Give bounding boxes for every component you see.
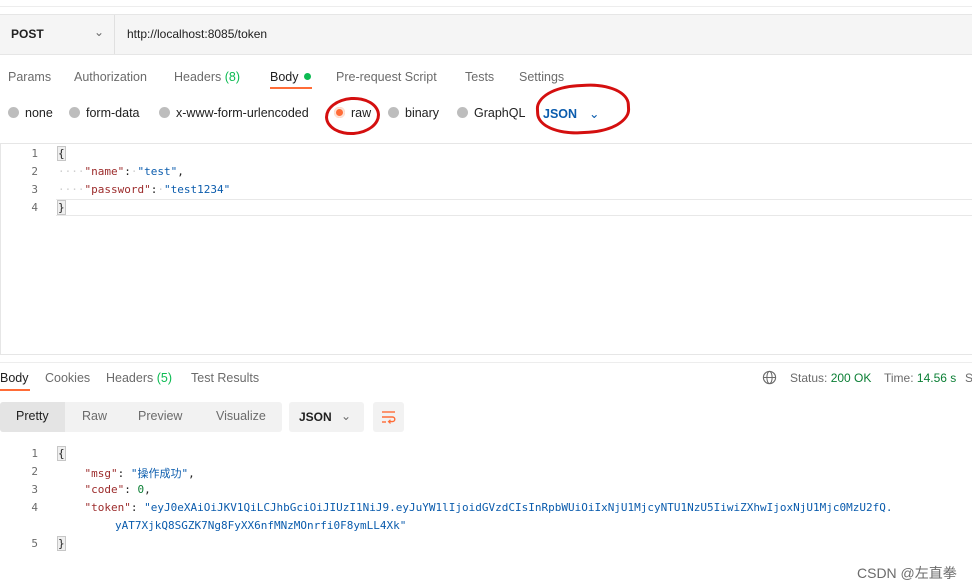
radio-form-data-label: form-data [86, 106, 140, 120]
tab-pre-request-script[interactable]: Pre-request Script [336, 70, 437, 84]
res-tab-test-results[interactable]: Test Results [191, 371, 259, 385]
annotation-circle-json [534, 81, 632, 137]
radio-form-data[interactable]: form-data [69, 106, 140, 120]
json-string: "操作成功" [130, 467, 189, 480]
view-tab-visualize[interactable]: Visualize [216, 409, 266, 423]
radio-binary-label: binary [405, 106, 440, 120]
tab-settings[interactable]: Settings [519, 70, 564, 84]
tab-authorization[interactable]: Authorization [74, 70, 147, 84]
close-brace: } [57, 200, 66, 215]
tab-headers[interactable]: Headers (8) [174, 70, 240, 84]
wrap-lines-icon [382, 411, 396, 424]
code-line: "code": 0, [84, 483, 151, 496]
code-line: "msg": "操作成功", [84, 467, 195, 480]
line-number: 4 [31, 201, 38, 214]
globe-icon[interactable] [762, 370, 777, 390]
res-tab-headers[interactable]: Headers (5) [106, 371, 172, 385]
line-number: 5 [31, 537, 38, 550]
json-number: 0 [137, 483, 145, 496]
code-line: { [57, 146, 66, 161]
code-line: { [57, 446, 66, 461]
radio-circle-icon [388, 107, 399, 118]
open-brace: { [57, 446, 66, 461]
json-string: "test" [137, 165, 178, 178]
close-brace: } [57, 536, 66, 551]
time-label: Time: [884, 371, 914, 385]
radio-none[interactable]: none [8, 106, 53, 120]
view-tab-preview[interactable]: Preview [138, 409, 182, 423]
json-key: "code" [84, 483, 125, 496]
active-tab-underline [270, 87, 312, 89]
view-tab-pretty[interactable]: Pretty [16, 409, 49, 423]
tab-body[interactable]: Body [270, 70, 311, 84]
code-line: ····"name":·"test", [58, 165, 184, 178]
json-key: "name" [84, 165, 125, 178]
json-key: "token" [84, 501, 131, 514]
line-number: 3 [31, 483, 38, 496]
code-line-wrapped: yAT7XjkQ8SGZK7Ng8FyXX6nfMNzMOnrfi0F8ymLL… [115, 519, 406, 532]
status-text: Status: 200 OK [790, 371, 871, 385]
url-input[interactable]: http://localhost:8085/token [127, 27, 267, 41]
line-number: 1 [31, 447, 38, 460]
radio-none-label: none [25, 106, 53, 120]
time-value[interactable]: 14.56 s [917, 371, 956, 385]
active-res-tab-underline [0, 389, 30, 391]
status-label: Status: [790, 371, 828, 385]
request-bar: POST ⌄ http://localhost:8085/token [0, 14, 972, 55]
json-string: "test1234" [163, 183, 231, 196]
method-dropdown[interactable]: POST ⌄ [0, 15, 115, 54]
open-brace: { [57, 146, 66, 161]
top-divider [0, 6, 972, 7]
radio-circle-icon [69, 107, 80, 118]
status-value[interactable]: 200 OK [831, 371, 872, 385]
headers-count: (8) [224, 70, 241, 84]
tab-headers-label: Headers [174, 70, 222, 84]
response-divider [0, 362, 972, 363]
res-tab-cookies[interactable]: Cookies [45, 371, 90, 385]
tab-tests[interactable]: Tests [465, 70, 494, 84]
radio-graphql-label: GraphQL [474, 106, 526, 120]
response-format-label: JSON [299, 410, 332, 424]
json-string: "eyJ0eXAiOiJKV1QiLCJhbGciOiJIUzI1NiJ9.ey… [144, 501, 893, 514]
radio-circle-icon [8, 107, 19, 118]
code-line: } [57, 536, 66, 551]
watermark: CSDN @左直拳 [857, 565, 957, 581]
code-line: ····"password":·"test1234" [58, 183, 231, 196]
res-tab-body[interactable]: Body [0, 371, 29, 385]
chevron-down-icon: ⌄ [341, 409, 352, 423]
json-key: "msg" [84, 467, 118, 480]
radio-circle-icon [159, 107, 170, 118]
res-headers-count: (5) [156, 371, 173, 385]
json-key: "password" [84, 183, 151, 196]
code-line: "token": "eyJ0eXAiOiJKV1QiLCJhbGciOiJIUz… [84, 501, 893, 514]
current-line-highlight [56, 199, 972, 216]
radio-graphql[interactable]: GraphQL [457, 106, 525, 120]
line-number: 2 [31, 165, 38, 178]
line-number: 4 [31, 501, 38, 514]
radio-urlencoded-label: x-www-form-urlencoded [176, 106, 309, 120]
method-label: POST [11, 27, 44, 41]
res-tab-headers-label: Headers [106, 371, 154, 385]
radio-circle-icon [457, 107, 468, 118]
json-string: yAT7XjkQ8SGZK7Ng8FyXX6nfMNzMOnrfi0F8ymLL… [115, 519, 407, 532]
code-line: } [57, 200, 66, 215]
wrap-lines-button[interactable] [373, 402, 404, 432]
radio-urlencoded[interactable]: x-www-form-urlencoded [159, 106, 309, 120]
time-text: Time: 14.56 s [884, 371, 956, 385]
tab-body-label: Body [270, 70, 299, 84]
annotation-circle-raw [323, 95, 382, 137]
radio-binary[interactable]: binary [388, 106, 439, 120]
body-active-dot-icon [303, 73, 311, 80]
line-number: 1 [31, 147, 38, 160]
view-tab-raw[interactable]: Raw [82, 409, 107, 423]
size-label: S [965, 371, 972, 385]
line-number: 3 [31, 183, 38, 196]
chevron-down-icon: ⌄ [94, 25, 105, 39]
tab-params[interactable]: Params [8, 70, 51, 84]
line-number: 2 [31, 465, 38, 478]
